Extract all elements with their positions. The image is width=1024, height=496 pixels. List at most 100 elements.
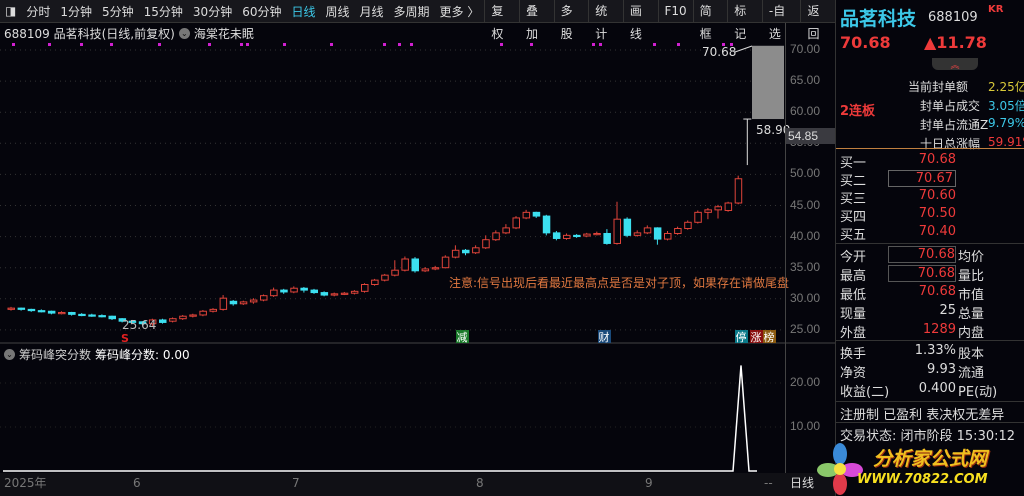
flower-logo-icon	[817, 443, 863, 495]
bid-label: 买五	[840, 228, 867, 243]
stat-label: 最低	[840, 288, 867, 303]
candle	[391, 269, 399, 276]
signal-dot	[80, 43, 83, 46]
bid-price[interactable]: 70.50	[888, 206, 956, 221]
bid-price[interactable]: 70.60	[888, 188, 956, 203]
candle	[199, 310, 207, 316]
stat-value: 70.68	[918, 284, 956, 299]
signal-dot	[599, 43, 602, 46]
bid-label: 买四	[840, 210, 867, 225]
candle	[320, 292, 329, 296]
fin-value: 1.33%	[914, 343, 956, 358]
fin-label: 换手	[840, 347, 867, 362]
candle	[280, 289, 288, 293]
fin-right-label: 流通	[958, 366, 985, 381]
kline-chart[interactable]: 70.6858.9025.64S注意:信号出现后看最近最高点是否是对子顶，如果存…	[0, 0, 835, 496]
collapse-icon[interactable]: ︽	[932, 58, 978, 71]
candle	[330, 293, 339, 296]
bid-price[interactable]: 70.40	[888, 224, 956, 239]
candle	[552, 232, 561, 239]
candle	[310, 289, 318, 294]
candle	[7, 307, 15, 310]
candle	[502, 227, 510, 234]
price-tick: 25.00	[790, 321, 821, 336]
candle	[563, 234, 571, 239]
signal-label: 涨	[751, 331, 762, 344]
candle	[350, 290, 359, 294]
signal-label: 减	[457, 331, 468, 344]
score-tick: 20.00	[790, 375, 821, 389]
time-label: 6	[133, 476, 141, 490]
candle	[229, 300, 238, 305]
candle	[694, 211, 702, 223]
lower-indicator-value: 筹码峰分数: 0.00	[95, 348, 190, 362]
streak-badge: 2连板	[840, 104, 876, 119]
stat-label: 今开	[840, 250, 867, 265]
candle	[290, 287, 298, 293]
fin-value: 0.400	[918, 381, 956, 396]
signal-label: 财	[599, 330, 610, 344]
signal-dot	[653, 43, 656, 46]
stat-right-label: 市值	[958, 288, 985, 303]
seal-label: 十日总涨幅	[920, 137, 981, 151]
chevron-down-icon[interactable]: ⌄	[4, 349, 15, 360]
candle	[462, 249, 470, 254]
time-label: 8	[476, 476, 484, 490]
stat-value: 1289	[922, 322, 956, 337]
candle	[88, 314, 96, 317]
fin-value: 9.93	[927, 362, 956, 377]
bid-label: 买三	[840, 192, 867, 207]
score-tick: 10.00	[790, 419, 821, 433]
last-price: 70.68	[840, 33, 891, 52]
candle	[108, 315, 116, 320]
candle	[583, 233, 591, 237]
seal-label: 当前封单额	[908, 80, 969, 94]
bid-price[interactable]: 70.67	[888, 170, 956, 187]
signal-label: 榜	[764, 330, 775, 344]
bid-price[interactable]: 70.68	[888, 152, 956, 167]
candle	[239, 301, 248, 305]
signal-dot	[48, 43, 51, 46]
seal-value: 2.25亿	[988, 80, 1024, 94]
fin-label: 收益(二)	[840, 385, 890, 400]
candle	[593, 232, 601, 236]
candle	[340, 292, 349, 295]
candle	[623, 218, 632, 236]
note-text: 注意:信号出现后看最近最高点是否是对子顶，如果存在请做尾盘	[449, 275, 789, 290]
candle	[47, 310, 56, 314]
candle	[633, 232, 642, 236]
quote-panel: 品茗科技 688109 KR 70.68 ▲11.78 ︽ 2连板 当前封单额 2…	[835, 0, 1024, 496]
time-label: 9	[645, 476, 653, 490]
watermark-logo: 分析家公式网 WWW.70822.COM	[815, 440, 1024, 496]
candle	[522, 211, 531, 219]
candle	[613, 218, 621, 244]
signal-dot	[283, 43, 286, 46]
candle	[411, 258, 419, 272]
candle	[734, 178, 743, 204]
stat-right-label: 量比	[958, 269, 985, 284]
candle	[179, 315, 187, 320]
candle	[17, 307, 26, 310]
signal-dot	[240, 43, 243, 46]
candle	[724, 202, 733, 211]
candle	[653, 227, 662, 240]
bid-label: 买二	[840, 174, 867, 189]
fin-right-label: PE(动)	[958, 385, 998, 400]
candle	[512, 217, 520, 229]
sell-signal: S	[121, 332, 129, 345]
candle	[300, 287, 308, 291]
candle	[27, 308, 36, 312]
signal-label: 停	[736, 330, 747, 344]
stat-value: 70.68	[888, 265, 956, 282]
high-pointer	[734, 45, 753, 53]
candle	[260, 295, 268, 301]
candle	[78, 313, 86, 317]
candle	[361, 283, 369, 292]
candle	[431, 267, 440, 270]
price-tick: 45.00	[790, 197, 821, 212]
price-tick: 65.00	[790, 73, 821, 88]
signal-dot	[208, 43, 211, 46]
candle	[482, 239, 490, 249]
seal-value: 59.91%	[988, 135, 1024, 149]
watermark-name: 分析家公式网	[873, 448, 988, 470]
